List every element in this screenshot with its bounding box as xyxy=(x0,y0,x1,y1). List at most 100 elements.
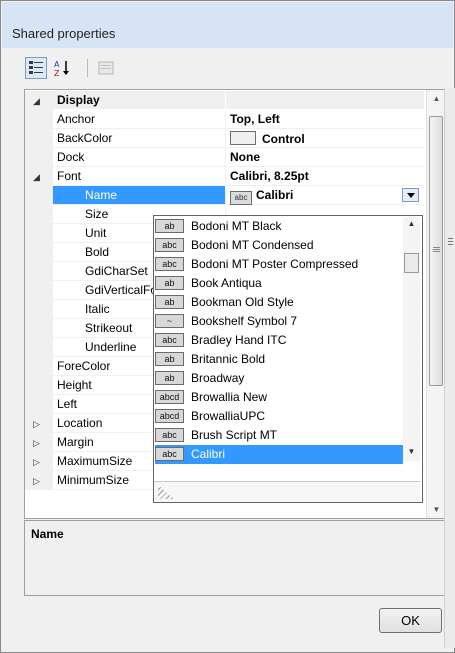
font-list-item-label: Bradley Hand ITC xyxy=(191,333,287,347)
property-value-cell[interactable]: None xyxy=(226,148,424,167)
row-margin xyxy=(25,129,53,148)
font-list-item[interactable]: abc Calibri xyxy=(155,445,403,464)
font-list-item[interactable]: ab Broadway xyxy=(155,369,403,388)
font-preview-icon: abc xyxy=(155,257,184,271)
property-name: Size xyxy=(85,207,109,221)
expand-arrow-icon[interactable]: ▷ xyxy=(33,476,40,487)
row-margin: ▷ xyxy=(25,452,53,471)
font-preview-icon: ~ xyxy=(155,314,184,328)
property-name-cell: BackColor xyxy=(53,129,226,148)
property-name: Unit xyxy=(85,226,107,240)
property-name: Italic xyxy=(85,302,110,316)
row-margin xyxy=(25,224,53,243)
dropdown-scrollbar[interactable]: ▲ ▼ xyxy=(403,217,420,461)
font-list-item[interactable]: abc Bradley Hand ITC xyxy=(155,331,403,350)
font-preview-icon: ab xyxy=(155,352,184,366)
font-preview-icon: abc xyxy=(155,447,184,461)
grid-vertical-scrollbar[interactable]: ▲ ▼ xyxy=(426,90,446,518)
ok-button[interactable]: OK xyxy=(379,608,442,633)
property-name: Anchor xyxy=(57,112,96,126)
row-margin xyxy=(25,243,53,262)
font-list-item-label: Calibri xyxy=(191,447,226,461)
property-value-text: Control xyxy=(262,132,305,146)
toolbar-separator xyxy=(87,59,88,77)
description-pane: Name xyxy=(24,520,445,596)
row-margin: ▷ xyxy=(25,471,53,490)
property-row[interactable]: ◢ Display xyxy=(25,91,424,110)
property-value: Calibri, 8.25pt xyxy=(230,169,309,183)
property-pages-button[interactable] xyxy=(95,57,117,79)
property-name: MaximumSize xyxy=(57,454,133,468)
property-row[interactable]: BackColor Control xyxy=(25,129,424,148)
row-margin: ▷ xyxy=(25,433,53,452)
font-preview-icon: abcd xyxy=(155,390,184,404)
font-list-item[interactable]: abc Brush Script MT xyxy=(155,426,403,445)
row-margin xyxy=(25,319,53,338)
font-preview-icon: ab xyxy=(155,295,184,309)
side-grip-icon xyxy=(448,238,453,239)
property-row[interactable]: ◢ Font Calibri, 8.25pt xyxy=(25,167,424,186)
font-list-item[interactable]: abc Bodoni MT Condensed xyxy=(155,236,403,255)
property-value: Control xyxy=(230,131,305,146)
property-value-text: Top, Left xyxy=(230,112,280,126)
categorized-button[interactable] xyxy=(25,57,47,79)
property-pages-icon xyxy=(98,61,114,75)
expand-arrow-icon[interactable]: ▷ xyxy=(33,457,40,468)
collapse-arrow-icon[interactable]: ◢ xyxy=(33,96,40,107)
font-preview-icon: abc xyxy=(155,238,184,252)
font-list-item-label: Bodoni MT Poster Compressed xyxy=(191,257,359,271)
row-margin xyxy=(25,281,53,300)
font-list-item[interactable]: ab Britannic Bold xyxy=(155,350,403,369)
dropdown-scroll-up-icon[interactable]: ▲ xyxy=(403,219,420,228)
font-list-item-label: Bookman Old Style xyxy=(191,295,294,309)
property-value-cell[interactable] xyxy=(226,91,424,109)
font-list-item-label: BrowalliaUPC xyxy=(191,409,266,423)
property-name: Margin xyxy=(57,435,94,449)
font-list-item[interactable]: ab Bookman Old Style xyxy=(155,293,403,312)
font-list-item-label: Broadway xyxy=(191,371,245,385)
property-value: None xyxy=(230,150,260,164)
row-margin xyxy=(25,148,53,167)
property-name: ForeColor xyxy=(57,359,111,373)
font-list-item-label: Book Antiqua xyxy=(191,276,262,290)
font-list-item-label: Bodoni MT Black xyxy=(191,219,282,233)
property-value-cell[interactable]: abc Calibri xyxy=(226,186,424,205)
font-list-item[interactable]: abcd BrowalliaUPC xyxy=(155,407,403,426)
property-name-cell: Anchor xyxy=(53,110,226,129)
property-name: Location xyxy=(57,416,103,430)
property-name: Strikeout xyxy=(85,321,133,335)
property-name: BackColor xyxy=(57,131,113,145)
alphabetical-button[interactable]: A Z xyxy=(51,57,73,79)
property-name: Font xyxy=(57,169,82,183)
property-value-cell[interactable]: Top, Left xyxy=(226,110,424,129)
property-name: GdiCharSet xyxy=(85,264,148,278)
row-margin xyxy=(25,338,53,357)
font-name-dropdown[interactable]: ab Bodoni MT Black abc Bodoni MT Condensed a… xyxy=(153,215,423,503)
property-row[interactable]: Anchor Top, Left xyxy=(25,110,424,129)
dropdown-scroll-down-icon[interactable]: ▼ xyxy=(403,447,420,456)
dropdown-scroll-thumb[interactable] xyxy=(404,253,419,273)
font-list-item[interactable]: ab Bodoni MT Black xyxy=(155,217,403,236)
property-row[interactable]: Name abc Calibri xyxy=(25,186,424,205)
font-list-item[interactable]: ab Book Antiqua xyxy=(155,274,403,293)
font-list-item[interactable]: abc Bodoni MT Poster Compressed xyxy=(155,255,403,274)
svg-text:A: A xyxy=(54,60,60,69)
collapse-arrow-icon[interactable]: ◢ xyxy=(33,172,40,183)
property-value-cell[interactable]: Calibri, 8.25pt xyxy=(226,167,424,186)
property-value-cell[interactable]: Control xyxy=(226,129,424,148)
expand-arrow-icon[interactable]: ▷ xyxy=(33,438,40,449)
property-name: Left xyxy=(57,397,78,411)
property-value-text: Calibri xyxy=(256,188,294,202)
property-name-cell: Font xyxy=(53,167,226,186)
title-bar[interactable]: Shared properties xyxy=(2,2,453,48)
scroll-thumb[interactable] xyxy=(429,116,443,386)
expand-arrow-icon[interactable]: ▷ xyxy=(33,419,40,430)
shared-properties-window: Shared properties A Z ◢ Display Anchor T… xyxy=(0,0,455,653)
grip-icon xyxy=(433,247,440,248)
font-list-item[interactable]: ~ Bookshelf Symbol 7 xyxy=(155,312,403,331)
dropdown-resize-grip[interactable] xyxy=(154,481,420,502)
window-title: Shared properties xyxy=(12,26,116,41)
row-margin xyxy=(25,205,53,224)
font-list-item[interactable]: abcd Browallia New xyxy=(155,388,403,407)
property-row[interactable]: Dock None xyxy=(25,148,424,167)
